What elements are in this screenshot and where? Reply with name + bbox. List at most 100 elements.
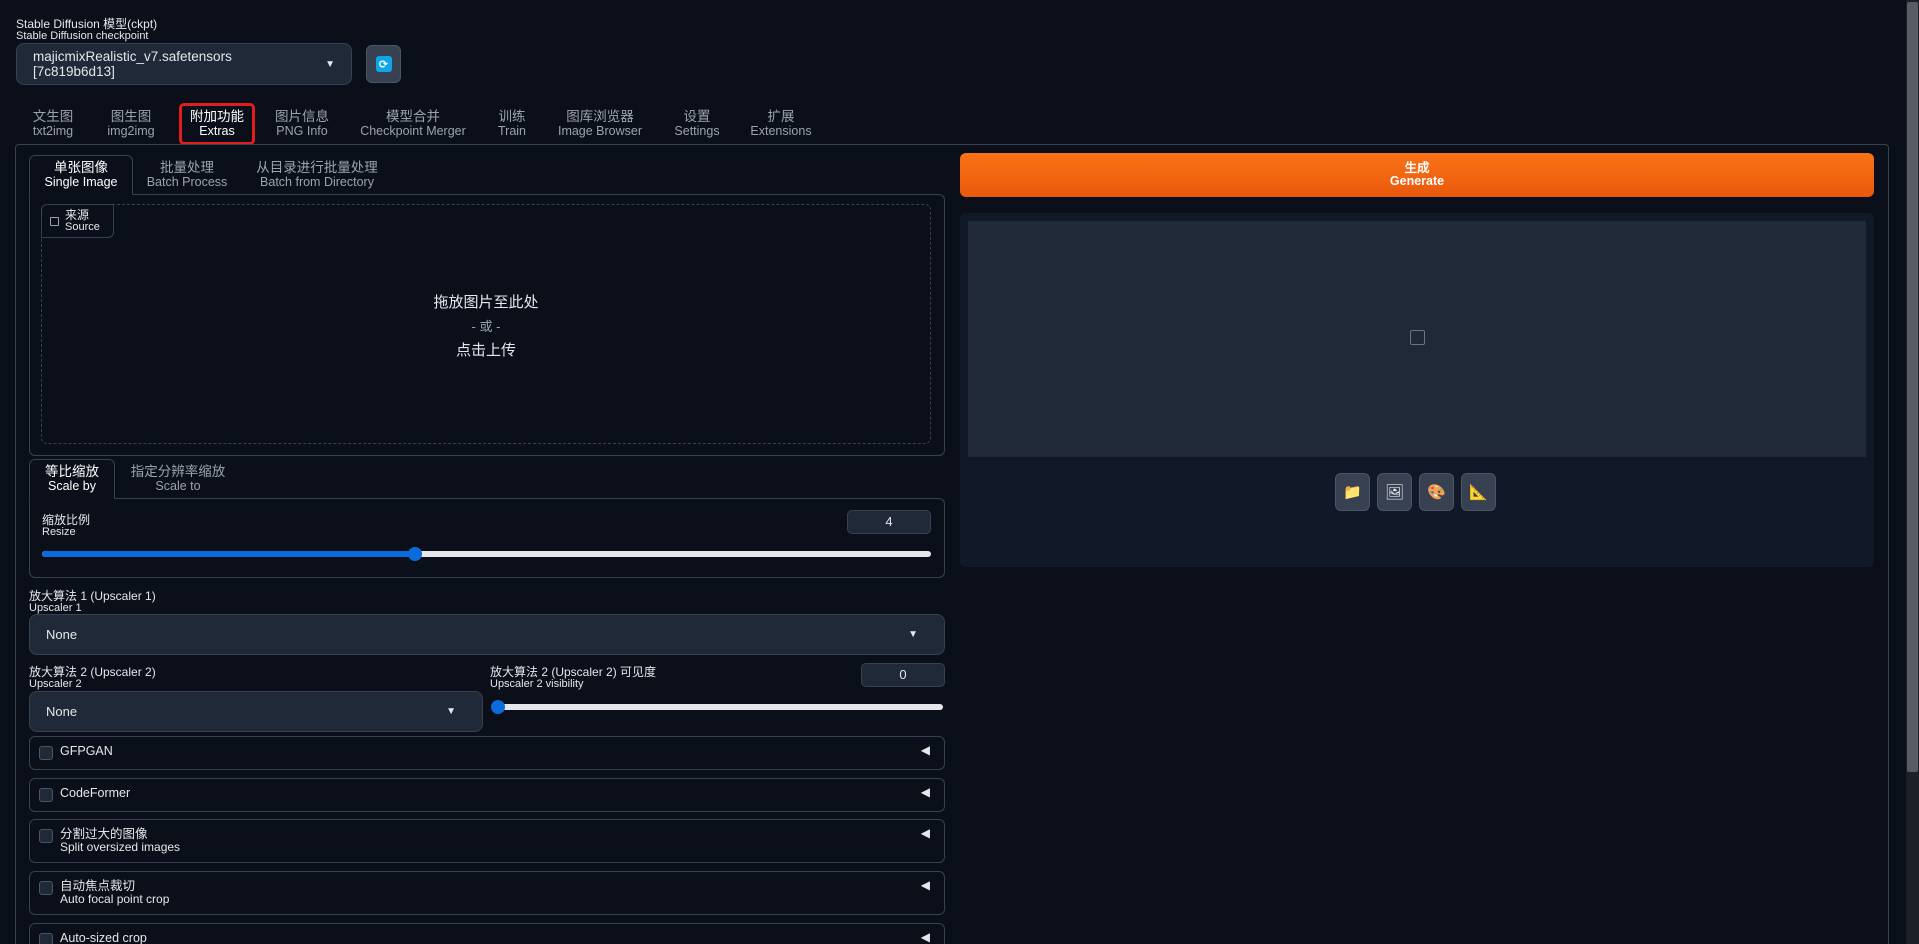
checkpoint-value: majicmixRealistic_v7.safetensors [7c819b…	[33, 49, 232, 79]
refresh-checkpoint-button[interactable]: ⟳	[366, 45, 401, 83]
tab-label-cn: 从目录进行批量处理	[256, 160, 378, 176]
upscaler1-value: None	[46, 627, 78, 642]
tab-label-cn: 文生图	[32, 109, 74, 125]
auto-focal-crop-accordion[interactable]: 自动焦点裁切 Auto focal point crop ◀	[29, 871, 945, 915]
refresh-icon: ⟳	[375, 56, 392, 72]
gfpgan-checkbox[interactable]	[39, 746, 53, 760]
collapse-triangle-icon[interactable]: ◀	[921, 743, 930, 757]
checkpoint-label: Stable Diffusion 模型(ckpt) Stable Diffusi…	[16, 18, 157, 42]
gfpgan-label: GFPGAN	[60, 744, 113, 758]
auto-sized-crop-accordion[interactable]: Auto-sized crop ◀	[29, 923, 945, 944]
upscaler1-label-en: Upscaler 1	[29, 601, 82, 614]
tab-checkpoint-merger[interactable]: 模型合并 Checkpoint Merger	[358, 103, 468, 145]
resize-slider[interactable]	[42, 547, 931, 561]
upscaler2-dropdown[interactable]: None ▼	[29, 691, 483, 732]
folder-icon: 📁	[1343, 484, 1362, 501]
collapse-triangle-icon[interactable]: ◀	[921, 785, 930, 799]
tab-extensions[interactable]: 扩展 Extensions	[750, 103, 812, 145]
tab-label-cn: 模型合并	[386, 109, 440, 125]
scale-by-panel	[29, 498, 945, 578]
upscaler2-visibility-slider-thumb[interactable]	[491, 700, 505, 714]
upscaler2-visibility-slider[interactable]	[491, 700, 943, 714]
tab-settings[interactable]: 设置 Settings	[670, 103, 724, 145]
tab-label-en: Settings	[674, 123, 720, 138]
open-folder-button[interactable]: 📁	[1335, 473, 1370, 511]
upscaler2-value: None	[46, 704, 78, 719]
codeformer-label: CodeFormer	[60, 786, 131, 800]
tab-extras[interactable]: 附加功能 Extras	[179, 103, 255, 145]
checkpoint-dropdown[interactable]: majicmixRealistic_v7.safetensors [7c819b…	[16, 43, 352, 85]
ruler-icon: 📐	[1469, 484, 1488, 501]
upscaler2-label: 放大算法 2 (Upscaler 2) Upscaler 2	[29, 666, 156, 690]
tab-label-cn: 附加功能	[190, 109, 244, 125]
source-label-cn: 来源	[65, 207, 90, 222]
upscaler2-visibility-label-en: Upscaler 2 visibility	[490, 677, 584, 690]
auto-focal-crop-label-en: Auto focal point crop	[60, 892, 170, 907]
tab-png-info[interactable]: 图片信息 PNG Info	[274, 103, 330, 145]
upscaler2-label-cn: 放大算法 2 (Upscaler 2)	[29, 665, 156, 679]
page-scrollbar-thumb[interactable]	[1907, 2, 1918, 772]
auto-sized-crop-label: Auto-sized crop	[60, 931, 147, 944]
image-icon	[50, 216, 59, 226]
collapse-triangle-icon[interactable]: ◀	[921, 930, 930, 944]
tab-label-en: Extensions	[750, 123, 812, 138]
image-icon: 🖼	[1384, 484, 1405, 501]
tab-label-cn: 等比缩放	[45, 464, 99, 480]
tab-label-en: Extras	[199, 123, 235, 138]
split-oversized-label-en: Split oversized images	[60, 840, 181, 855]
click-upload-text: 点击上传	[455, 342, 516, 359]
tab-label-cn: 设置	[683, 109, 711, 125]
upscaler1-dropdown[interactable]: None ▼	[29, 614, 945, 655]
upscaler2-label-en: Upscaler 2	[29, 677, 82, 690]
source-label-en: Source	[65, 220, 100, 233]
tab-label-en: Batch Process	[146, 174, 228, 189]
palette-icon: 🎨	[1427, 484, 1446, 501]
tab-single-image[interactable]: 单张图像 Single Image	[29, 155, 133, 195]
tab-batch-process[interactable]: 批量处理 Batch Process	[145, 155, 229, 195]
chevron-down-icon: ▼	[325, 58, 335, 70]
tab-image-browser[interactable]: 图库浏览器 Image Browser	[556, 103, 644, 145]
tab-scale-by[interactable]: 等比缩放 Scale by	[29, 459, 115, 499]
tab-label-cn: 批量处理	[160, 160, 214, 176]
upscaler2-visibility-label-cn: 放大算法 2 (Upscaler 2) 可见度	[490, 665, 657, 679]
split-oversized-checkbox[interactable]	[39, 829, 53, 843]
chevron-down-icon: ▼	[446, 706, 456, 717]
send-to-extras-button[interactable]: 📐	[1461, 473, 1496, 511]
tab-scale-to[interactable]: 指定分辨率缩放 Scale to	[128, 459, 228, 499]
upscaler2-visibility-label: 放大算法 2 (Upscaler 2) 可见度 Upscaler 2 visib…	[490, 666, 656, 690]
resize-number-input[interactable]: 4	[847, 510, 931, 534]
generate-label-en: Generate	[1389, 174, 1445, 188]
generate-button[interactable]: 生成 Generate	[960, 153, 1874, 197]
tab-label-en: PNG Info	[276, 123, 328, 138]
split-oversized-accordion[interactable]: 分割过大的图像 Split oversized images ◀	[29, 819, 945, 863]
tab-label-en: img2img	[107, 123, 155, 138]
collapse-triangle-icon[interactable]: ◀	[921, 878, 930, 892]
tab-train[interactable]: 训练 Train	[494, 103, 530, 145]
tab-label-en: Train	[497, 123, 526, 138]
tab-label-en: Batch from Directory	[260, 174, 374, 189]
auto-sized-crop-checkbox[interactable]	[39, 933, 53, 944]
source-label: 来源 Source	[41, 204, 114, 238]
send-to-img2img-button[interactable]: 🖼	[1377, 473, 1412, 511]
tab-label-en: txt2img	[32, 123, 74, 138]
tab-label-en: Single Image	[44, 174, 118, 189]
checkpoint-label-cn: Stable Diffusion 模型(ckpt)	[16, 17, 158, 31]
codeformer-accordion[interactable]: CodeFormer ◀	[29, 778, 945, 812]
auto-focal-crop-checkbox[interactable]	[39, 881, 53, 895]
tab-txt2img[interactable]: 文生图 txt2img	[30, 103, 76, 145]
tab-label-cn: 扩展	[767, 109, 795, 125]
tab-label-cn: 图生图	[110, 109, 152, 125]
tab-label-cn: 单张图像	[54, 160, 108, 176]
collapse-triangle-icon[interactable]: ◀	[921, 826, 930, 840]
gfpgan-accordion[interactable]: GFPGAN ◀	[29, 736, 945, 770]
upscaler1-label: 放大算法 1 (Upscaler 1) Upscaler 1	[29, 590, 156, 614]
upscaler1-label-cn: 放大算法 1 (Upscaler 1)	[29, 589, 156, 603]
codeformer-checkbox[interactable]	[39, 788, 53, 802]
upscaler2-visibility-input[interactable]: 0	[861, 663, 945, 687]
tab-batch-from-directory[interactable]: 从目录进行批量处理 Batch from Directory	[252, 155, 382, 195]
checkpoint-label-en: Stable Diffusion checkpoint	[16, 29, 149, 42]
drop-text: 拖放图片至此处	[433, 294, 539, 311]
resize-slider-fill	[42, 551, 416, 557]
tab-img2img[interactable]: 图生图 img2img	[106, 103, 156, 145]
send-to-inpaint-button[interactable]: 🎨	[1419, 473, 1454, 511]
